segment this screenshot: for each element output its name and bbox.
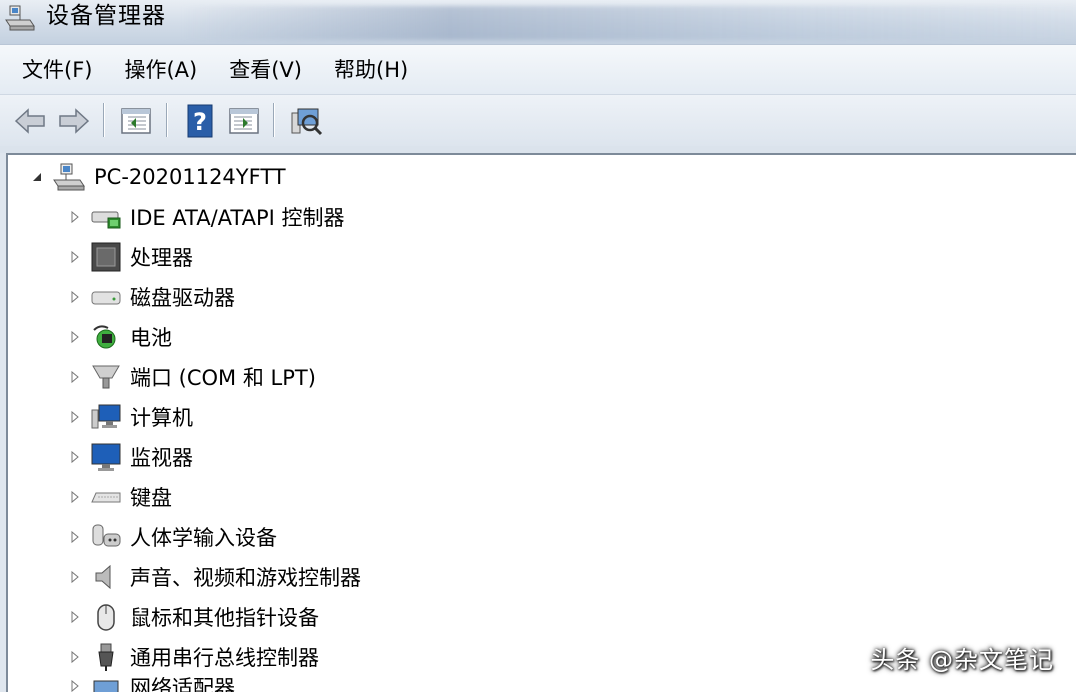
computer-icon xyxy=(91,404,121,429)
tree-item[interactable]: IDE ATA/ATAPI 控制器 xyxy=(66,199,345,235)
battery-icon xyxy=(93,325,116,349)
expand-triangle-icon[interactable] xyxy=(66,368,84,386)
expand-triangle-icon[interactable] xyxy=(66,648,84,666)
menu-action[interactable]: 操作(A) xyxy=(124,55,197,85)
expand-triangle-icon[interactable] xyxy=(66,677,84,692)
expand-triangle-icon[interactable] xyxy=(66,528,84,546)
scan-hardware-icon[interactable] xyxy=(288,103,324,139)
tree-item[interactable]: 端口 (COM 和 LPT) xyxy=(66,359,316,395)
tree-item-label: 鼠标和其他指针设备 xyxy=(130,606,319,630)
menu-file[interactable]: 文件(F) xyxy=(22,55,92,85)
tree-item[interactable]: 计算机 xyxy=(66,399,193,435)
tree-item-label: IDE ATA/ATAPI 控制器 xyxy=(130,206,345,230)
computer-root-icon xyxy=(53,163,85,191)
tree-item[interactable]: 键盘 xyxy=(66,479,172,515)
menu-view[interactable]: 查看(V) xyxy=(229,55,302,85)
expand-triangle-icon[interactable] xyxy=(66,328,84,346)
ide-controller-icon xyxy=(91,211,121,229)
title-bar: 设备管理器 xyxy=(0,0,1076,44)
device-manager-icon xyxy=(5,5,35,31)
tree-item-label: 网络适配器 xyxy=(130,677,235,692)
tree-item-label: 人体学输入设备 xyxy=(130,526,277,550)
tree-item-label: 磁盘驱动器 xyxy=(130,286,235,310)
content-frame xyxy=(0,146,1076,153)
show-panel-icon[interactable] xyxy=(226,103,262,139)
mouse-icon xyxy=(97,604,115,631)
tree-item[interactable]: 电池 xyxy=(66,319,172,355)
monitor-icon xyxy=(91,443,121,471)
tree-root-label: PC-20201124YFTT xyxy=(94,165,286,189)
tree-item[interactable]: 处理器 xyxy=(66,239,193,275)
hid-device-icon xyxy=(92,524,121,547)
expand-triangle-icon[interactable] xyxy=(66,488,84,506)
title-bar-glass xyxy=(180,6,1076,40)
svg-text:?: ? xyxy=(193,108,207,136)
watermark: 头条 @杂文笔记 xyxy=(870,646,1054,674)
expand-triangle-icon[interactable] xyxy=(66,448,84,466)
collapse-triangle-icon[interactable] xyxy=(28,168,46,186)
tree-root[interactable]: PC-20201124YFTT xyxy=(28,159,286,195)
expand-triangle-icon[interactable] xyxy=(66,568,84,586)
tree-item-label: 监视器 xyxy=(130,446,193,470)
tree-item[interactable]: 声音、视频和游戏控制器 xyxy=(66,559,361,595)
keyboard-icon xyxy=(91,492,121,503)
tree-item[interactable]: 监视器 xyxy=(66,439,193,475)
usb-controller-icon xyxy=(98,643,114,671)
port-connector-icon xyxy=(92,365,120,389)
menu-help[interactable]: 帮助(H) xyxy=(334,55,408,85)
toolbar-separator xyxy=(166,103,168,137)
expand-triangle-icon[interactable] xyxy=(66,408,84,426)
network-adapter-icon xyxy=(93,680,119,692)
tree-item-label: 键盘 xyxy=(130,486,172,510)
tree-item-label: 处理器 xyxy=(130,246,193,270)
tree-item-label: 端口 (COM 和 LPT) xyxy=(130,366,316,390)
expand-triangle-icon[interactable] xyxy=(66,608,84,626)
tree-item[interactable]: 磁盘驱动器 xyxy=(66,279,235,315)
tree-item-label: 电池 xyxy=(130,326,172,350)
toolbar: ? xyxy=(0,94,1076,146)
tree-item[interactable]: 通用串行总线控制器 xyxy=(66,639,319,675)
expand-triangle-icon[interactable] xyxy=(66,288,84,306)
tree-item-label: 声音、视频和游戏控制器 xyxy=(130,566,361,590)
expand-triangle-icon[interactable] xyxy=(66,248,84,266)
processor-icon xyxy=(91,242,121,272)
tree-item[interactable]: 人体学输入设备 xyxy=(66,519,277,555)
back-arrow-icon[interactable] xyxy=(12,103,48,139)
tree-item-label: 计算机 xyxy=(130,406,193,430)
tree-item[interactable]: 网络适配器 xyxy=(66,677,235,692)
properties-panel-icon[interactable] xyxy=(118,103,154,139)
tree-item[interactable]: 鼠标和其他指针设备 xyxy=(66,599,319,635)
speaker-icon xyxy=(95,564,111,590)
forward-arrow-icon[interactable] xyxy=(56,103,92,139)
expand-triangle-icon[interactable] xyxy=(66,208,84,226)
window-title: 设备管理器 xyxy=(46,3,166,29)
tree-item-label: 通用串行总线控制器 xyxy=(130,646,319,670)
help-icon[interactable]: ? xyxy=(182,103,218,139)
menu-bar: 文件(F) 操作(A) 查看(V) 帮助(H) xyxy=(0,44,1076,94)
device-tree: PC-20201124YFTT IDE ATA/ATAPI 控制器 处理器 磁盘… xyxy=(6,153,1076,692)
disk-drive-icon xyxy=(91,291,121,305)
toolbar-separator xyxy=(273,103,275,137)
toolbar-separator xyxy=(103,103,105,137)
